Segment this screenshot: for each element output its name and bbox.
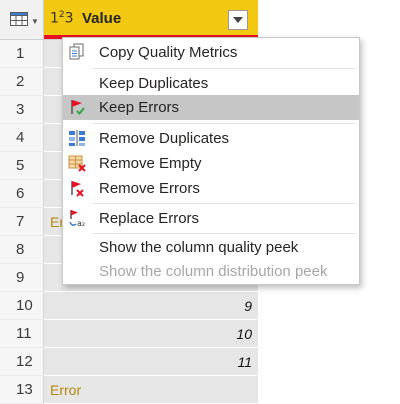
- table-menu-button[interactable]: ▼: [0, 0, 44, 40]
- menu-item-label: Remove Errors: [99, 180, 200, 197]
- menu-separator: [93, 123, 355, 124]
- cell-value: 9: [244, 298, 252, 314]
- data-grid: ▼ 123 Value 1 2 3 4 5 6 7 Er 8 9 10 9 11 10 12 11 13 Erro…: [0, 0, 400, 404]
- row-number[interactable]: 8: [0, 236, 44, 264]
- menu-item-show-column-quality-peek[interactable]: Show the column quality peek: [63, 235, 359, 260]
- menu-item-show-column-distribution-peek: Show the column distribution peek: [63, 259, 359, 284]
- menu-item-label: Keep Duplicates: [99, 75, 209, 92]
- chevron-down-icon: ▼: [31, 17, 39, 26]
- menu-item-label: Keep Errors: [99, 99, 180, 116]
- remove-empty-icon: [68, 155, 86, 172]
- row-number[interactable]: 4: [0, 124, 44, 152]
- menu-item-copy-quality-metrics[interactable]: Copy Quality Metrics: [63, 40, 359, 65]
- menu-item-label: Remove Duplicates: [99, 130, 230, 147]
- column-quality-context-menu: Copy Quality Metrics Keep Duplicates Kee…: [62, 37, 360, 285]
- table-row[interactable]: 12 11: [0, 348, 258, 376]
- remove-errors-icon: [71, 181, 84, 197]
- value-cell[interactable]: 11: [44, 348, 258, 376]
- menu-item-label: Remove Empty: [99, 155, 202, 172]
- number-type-icon[interactable]: 123: [50, 10, 74, 27]
- row-number[interactable]: 6: [0, 180, 44, 208]
- menu-item-keep-duplicates[interactable]: Keep Duplicates: [63, 71, 359, 96]
- error-value[interactable]: Error: [50, 376, 81, 404]
- table-row[interactable]: 13 Error: [0, 376, 258, 404]
- cell-value: 10: [236, 326, 252, 342]
- column-header-row: ▼ 123 Value: [0, 0, 258, 40]
- row-number[interactable]: 2: [0, 68, 44, 96]
- value-cell[interactable]: 10: [44, 320, 258, 348]
- table-row[interactable]: 10 9: [0, 292, 258, 320]
- menu-item-label: Show the column quality peek: [99, 239, 299, 256]
- menu-item-remove-empty[interactable]: Remove Empty: [63, 151, 359, 176]
- chevron-down-icon: [233, 17, 243, 23]
- row-number[interactable]: 11: [0, 320, 44, 348]
- column-filter-button[interactable]: [228, 10, 248, 30]
- row-number[interactable]: 5: [0, 152, 44, 180]
- menu-item-label: Replace Errors: [99, 210, 200, 227]
- svg-text:a₂: a₂: [77, 219, 85, 228]
- row-number[interactable]: 10: [0, 292, 44, 320]
- row-number[interactable]: 7: [0, 208, 44, 236]
- menu-item-label: Copy Quality Metrics: [99, 44, 238, 61]
- keep-errors-flag-icon: [71, 100, 85, 115]
- menu-item-label: Show the column distribution peek: [99, 263, 328, 280]
- value-cell[interactable]: 9: [44, 292, 258, 320]
- remove-duplicates-icon: [69, 130, 85, 146]
- cell-value: 11: [237, 354, 252, 370]
- menu-separator: [93, 68, 355, 69]
- menu-separator: [93, 233, 355, 234]
- row-number[interactable]: 3: [0, 96, 44, 124]
- table-icon: [10, 12, 28, 26]
- menu-item-remove-duplicates[interactable]: Remove Duplicates: [63, 126, 359, 151]
- row-number[interactable]: 12: [0, 348, 44, 376]
- row-number[interactable]: 13: [0, 376, 44, 404]
- copy-icon: [69, 43, 84, 60]
- row-number[interactable]: 9: [0, 264, 44, 292]
- menu-item-replace-errors[interactable]: a₂ Replace Errors: [63, 206, 359, 231]
- menu-item-keep-errors[interactable]: Keep Errors: [63, 95, 359, 120]
- menu-item-remove-errors[interactable]: Remove Errors: [63, 176, 359, 201]
- row-number[interactable]: 1: [0, 40, 44, 68]
- table-row[interactable]: 11 10: [0, 320, 258, 348]
- column-header-value[interactable]: 123 Value: [44, 0, 258, 40]
- value-cell[interactable]: Error: [44, 376, 258, 404]
- replace-errors-icon: a₂: [69, 210, 85, 228]
- menu-separator: [93, 203, 355, 204]
- column-name: Value: [82, 10, 122, 27]
